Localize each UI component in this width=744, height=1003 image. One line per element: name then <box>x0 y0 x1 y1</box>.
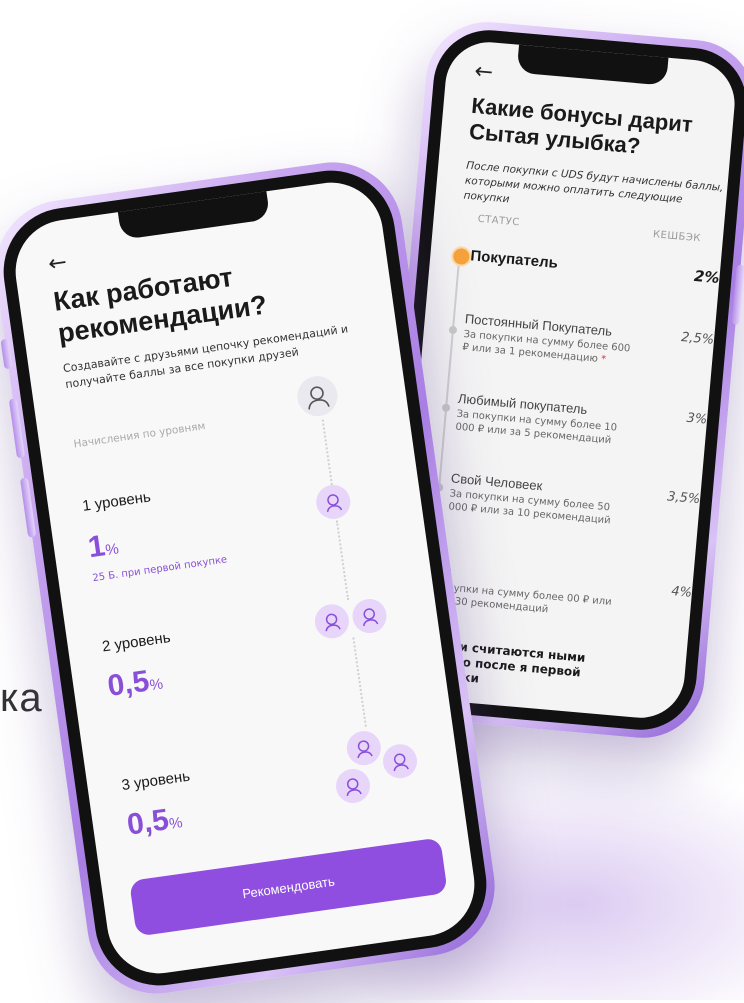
status-cashback: 2,5% <box>680 329 715 348</box>
friend-avatar-icon <box>312 602 352 641</box>
level-value-number: 0,5 <box>105 664 152 703</box>
level-name: 1 уровень <box>81 488 152 515</box>
status-row: Покупатель 2% <box>469 247 721 288</box>
friend-avatar-icon <box>333 766 373 806</box>
level-value-unit: % <box>104 540 120 560</box>
status-row: Свой Человеек За покупки на сумму более … <box>448 470 701 535</box>
background-text: ка <box>0 676 43 720</box>
level-value-number: 0,5 <box>124 803 171 842</box>
friend-avatar-icon <box>350 596 389 636</box>
level-name: 3 уровень <box>120 767 191 795</box>
level-value-number: 1 <box>86 529 108 565</box>
status-dot-icon <box>448 325 458 335</box>
status-column-header: СТАТУС <box>477 213 521 229</box>
level-value: 0,5% <box>105 663 164 704</box>
footnote-star: * <box>600 354 607 366</box>
chain-connector <box>335 520 350 601</box>
recommend-button[interactable]: Рекомендовать <box>129 837 448 937</box>
user-avatar-icon <box>294 373 340 419</box>
chain-connector <box>321 419 333 486</box>
friend-avatar-icon <box>344 728 384 768</box>
status-name: Покупатель <box>469 247 559 272</box>
status-row: Постоянный Покупатель За покупки на сумм… <box>462 311 715 376</box>
back-arrow-icon[interactable]: ← <box>473 59 494 86</box>
levels-caption: Начисления по уровням <box>72 420 207 451</box>
status-cashback: 2% <box>693 266 721 288</box>
back-arrow-icon[interactable]: ← <box>47 250 69 277</box>
status-row: Р окупки на сумму более 00 ₽ или за 30 р… <box>440 564 693 629</box>
level-value-unit: % <box>148 675 165 695</box>
status-cashback: 3,5% <box>666 489 701 508</box>
status-cashback: 3% <box>685 410 708 428</box>
status-cashback: 4% <box>670 584 693 601</box>
level-value: 1% <box>86 527 120 565</box>
level-value-unit: % <box>168 814 184 833</box>
level-name: 2 уровень <box>101 629 172 656</box>
friend-avatar-icon <box>314 482 353 522</box>
level-value: 0,5% <box>125 801 184 842</box>
chain-connector <box>352 637 367 727</box>
status-timeline <box>437 246 462 492</box>
status-row: Любимый покупатель За покупки на сумму б… <box>455 391 708 456</box>
cashback-column-header: КЕШБЭК <box>652 229 702 245</box>
friend-avatar-icon <box>380 742 420 781</box>
page-title: Какие бонусы дарит Сытая улыбка? <box>468 92 694 159</box>
status-dot-icon <box>441 403 451 413</box>
